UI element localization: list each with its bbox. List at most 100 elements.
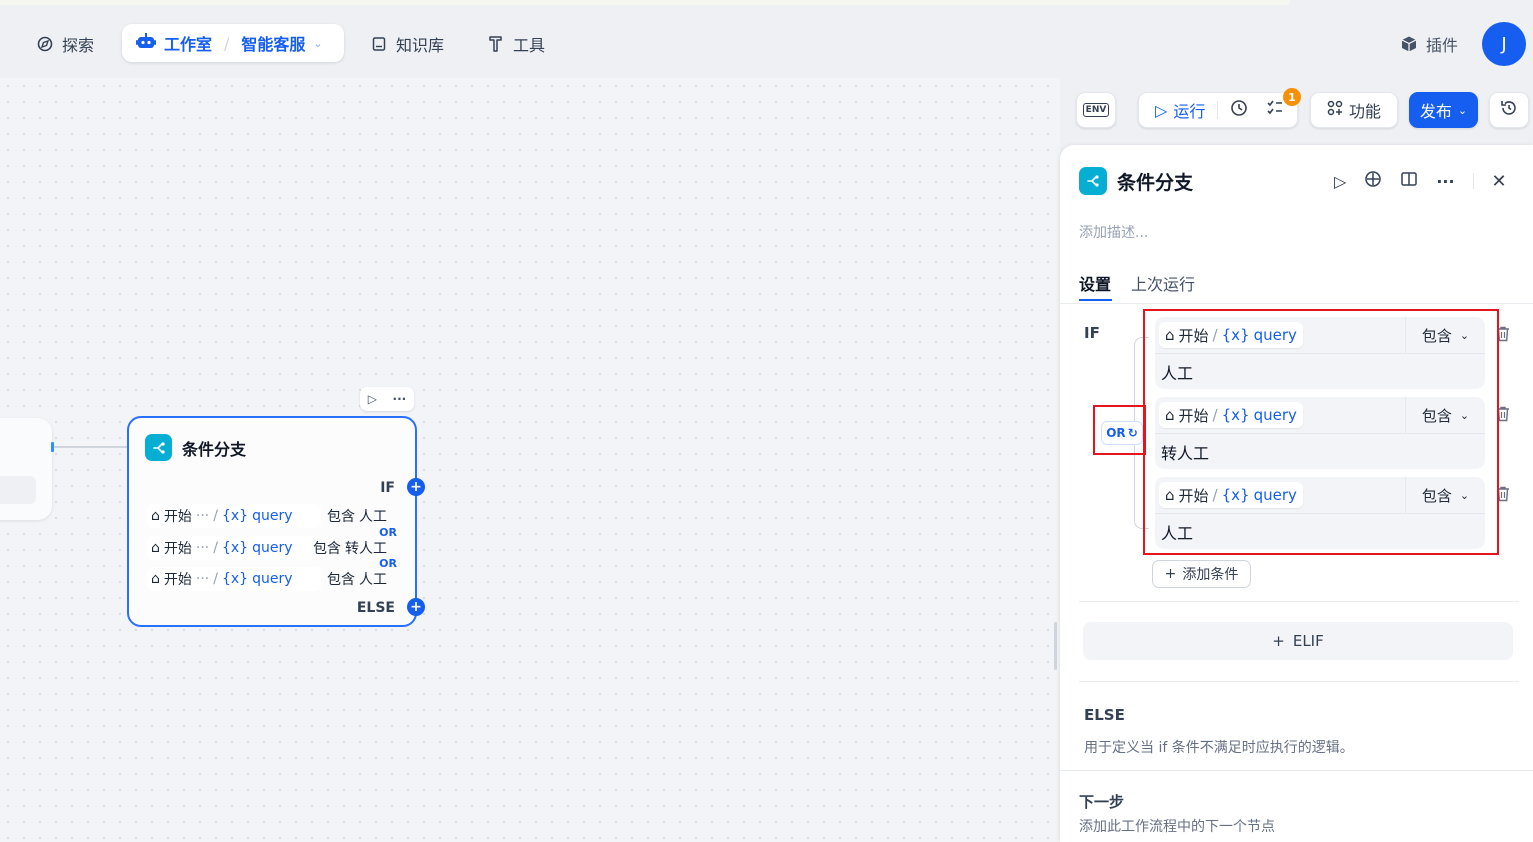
nav-explore-label: 探索 [62, 36, 95, 55]
restore-icon [1500, 99, 1518, 121]
condition-source: 开始 [163, 509, 192, 525]
top-progress-strip [0, 0, 1290, 5]
condition-variable: query [252, 508, 293, 524]
plus-icon: + [1272, 632, 1285, 650]
user-avatar[interactable]: J [1482, 22, 1526, 66]
active-tab-indicator [1079, 299, 1112, 301]
else-description: 用于定义当 if 条件不满足时应执行的逻辑。 [1084, 740, 1354, 756]
condition-source: 开始 [163, 541, 192, 557]
header-divider [1472, 173, 1474, 189]
compass-icon [36, 35, 54, 53]
node-condition-variable: ⌂ 开始 ··· / {x} query [147, 504, 321, 528]
plus-icon: + [1164, 566, 1177, 582]
path-separator: / [213, 508, 218, 524]
source-handle[interactable] [51, 442, 54, 452]
avatar-initial: J [1501, 33, 1507, 55]
connection-edge[interactable] [52, 446, 128, 448]
add-elif-button[interactable]: + ELIF [1083, 622, 1513, 660]
description-input[interactable]: 添加描述... [1079, 222, 1148, 242]
nav-knowledge[interactable]: 知识库 [370, 28, 444, 60]
play-icon[interactable]: ▷ [368, 392, 377, 406]
branch-icon [1079, 167, 1107, 195]
condition-variable: query [252, 571, 293, 587]
node-header: 条件分支 [145, 434, 246, 461]
start-node-field [0, 476, 36, 504]
add-condition-label: 添加条件 [1182, 567, 1239, 583]
next-step-title: 下一步 [1079, 793, 1125, 811]
variable-icon: {x} [221, 571, 249, 587]
tab-settings[interactable]: 设置 [1079, 271, 1111, 295]
condition-operator: 包含 [313, 541, 341, 557]
env-button[interactable]: ENV [1076, 92, 1116, 128]
home-icon: ⌂ [151, 571, 160, 587]
run-button[interactable]: ▷ 运行 [1155, 98, 1205, 122]
play-icon: ▷ [1155, 100, 1168, 120]
condition-ellipsis: ··· [195, 571, 210, 587]
more-icon[interactable]: ··· [1436, 172, 1454, 191]
nav-tools[interactable]: 工具 [487, 28, 545, 60]
nav-tools-label: 工具 [513, 36, 546, 55]
section-divider [1079, 681, 1519, 682]
nav-explore[interactable]: 探索 [36, 28, 94, 60]
grid-icon [1327, 100, 1343, 120]
else-branch-handle[interactable]: + [407, 598, 425, 616]
version-history-button[interactable] [1489, 92, 1529, 128]
condition-ellipsis: ··· [195, 540, 210, 556]
features-button[interactable]: 功能 [1310, 92, 1398, 128]
nav-plugins-label: 插件 [1426, 36, 1459, 55]
node-title: 条件分支 [182, 439, 247, 459]
path-separator: / [213, 540, 218, 556]
home-icon: ⌂ [151, 540, 160, 556]
panel-actions: ▷ ··· ✕ [1334, 170, 1507, 192]
node-condition-row: ⌂ 开始 ··· / {x} query 包含 人工 [147, 503, 401, 529]
breadcrumb-separator: / [224, 33, 230, 53]
hammer-icon [487, 35, 505, 53]
node-condition-row: ⌂ 开始 ··· / {x} query 包含 转人工 [147, 535, 401, 561]
home-icon: ⌂ [151, 508, 160, 524]
nav-studio-pill[interactable]: 工作室 / 智能客服 ⌄ [122, 24, 344, 62]
chevron-down-icon[interactable]: ⌄ [313, 37, 322, 50]
history-icon[interactable] [1230, 99, 1248, 121]
add-condition-button[interactable]: + 添加条件 [1152, 560, 1251, 588]
run-toolbar-group: ▷ 运行 [1138, 92, 1298, 128]
condition-ellipsis: ··· [195, 508, 210, 524]
node-condition-variable: ⌂ 开始 ··· / {x} query [147, 567, 321, 591]
crosshair-icon[interactable] [1364, 170, 1382, 192]
publish-button[interactable]: 发布 ⌄ [1409, 92, 1478, 128]
nav-plugins[interactable]: 插件 [1400, 28, 1458, 60]
node-else-label: ELSE [356, 600, 395, 616]
more-icon[interactable]: ··· [393, 392, 407, 406]
book-icon [370, 35, 388, 53]
if-branch-handle[interactable]: + [407, 478, 425, 496]
path-separator: / [213, 571, 218, 587]
branch-icon [145, 434, 172, 461]
robot-icon [136, 32, 156, 54]
panel-resize-handle[interactable] [1054, 622, 1057, 670]
condition-variable: query [252, 540, 293, 556]
panel-title[interactable]: 条件分支 [1117, 168, 1193, 195]
start-node-partial[interactable] [0, 418, 52, 520]
else-title: ELSE [1084, 706, 1125, 724]
cube-icon [1400, 35, 1418, 53]
condition-source: 开始 [163, 572, 192, 588]
next-step-description: 添加此工作流程中的下一个节点 [1079, 819, 1275, 835]
book-open-icon[interactable] [1400, 170, 1418, 192]
checklist-icon[interactable] [1266, 99, 1284, 121]
elif-label: ELIF [1292, 632, 1324, 650]
panel-header: 条件分支 [1079, 167, 1193, 195]
condition-value: 人工 [359, 509, 387, 525]
app-name-selector[interactable]: 智能客服 [241, 31, 305, 55]
tab-last-run[interactable]: 上次运行 [1131, 271, 1195, 295]
condition-operator: 包含 [327, 509, 355, 525]
variable-icon: {x} [221, 540, 249, 556]
node-condition-variable: ⌂ 开始 ··· / {x} query [147, 536, 321, 560]
node-condition-row: ⌂ 开始 ··· / {x} query 包含 人工 [147, 566, 401, 592]
variable-icon: {x} [221, 508, 249, 524]
tab-divider [1060, 303, 1533, 304]
if-else-node[interactable]: 条件分支 IF + ⌂ 开始 ··· / {x} query 包含 人工 OR … [127, 416, 425, 627]
condition-value: 人工 [359, 572, 387, 588]
play-icon[interactable]: ▷ [1334, 172, 1346, 191]
publish-label: 发布 [1419, 102, 1452, 121]
nav-studio-label[interactable]: 工作室 [164, 31, 212, 55]
close-icon[interactable]: ✕ [1492, 171, 1507, 192]
